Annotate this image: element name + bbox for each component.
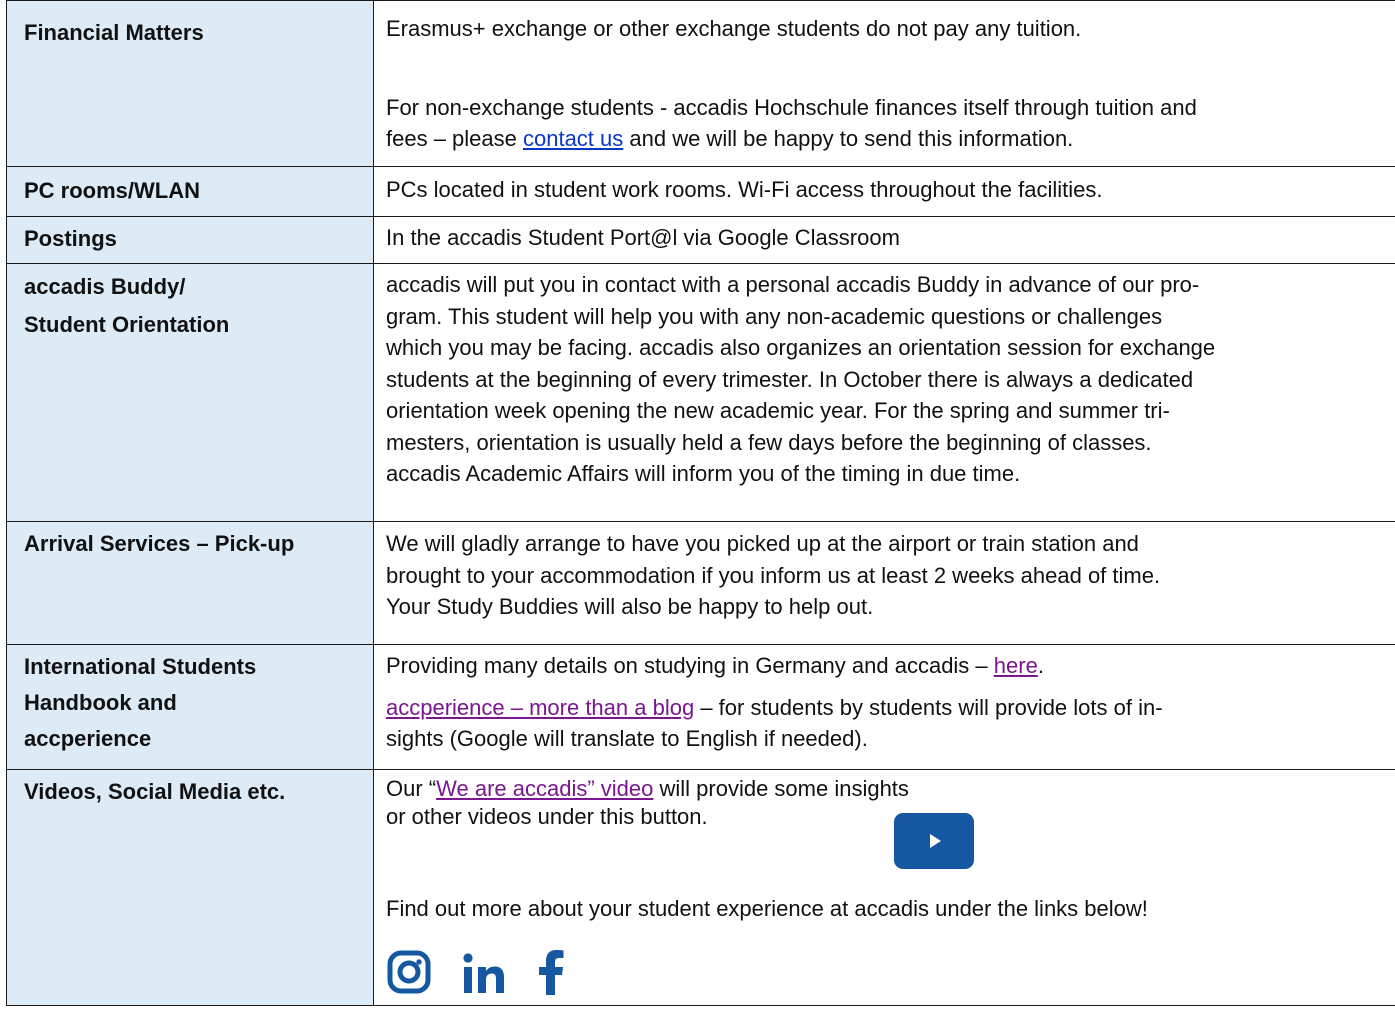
table-row-handbook: International Students Handbook and accp… bbox=[6, 644, 1395, 770]
text-fragment: . bbox=[1037, 653, 1044, 678]
student-experience-text: Find out more about your student experie… bbox=[386, 896, 1148, 921]
text-line: accadis Academic Affairs will inform you… bbox=[386, 461, 1021, 486]
text-line: For non-exchange students - accadis Hoch… bbox=[386, 94, 1197, 120]
table-row-postings: Postings In the accadis Student Port@l v… bbox=[6, 216, 1395, 264]
text-line: brought to your accommodation if you inf… bbox=[386, 562, 1161, 588]
text-line: gram. This student will help you with an… bbox=[386, 303, 1163, 329]
row-label: accadis Buddy/ bbox=[24, 274, 186, 299]
value-cell: accadis will put you in contact with a p… bbox=[373, 263, 1395, 522]
value-cell: Our “We are accadis” video will provide … bbox=[373, 769, 1395, 1006]
row-label: accperience bbox=[24, 726, 152, 751]
accperience-text: accperience – more than a blog – for stu… bbox=[386, 692, 1385, 755]
buddy-orientation-text: accadis will put you in contact with a p… bbox=[386, 269, 1385, 490]
row-label: Handbook and bbox=[24, 690, 177, 715]
table-row-pc-rooms: PC rooms/WLAN PCs located in student wor… bbox=[6, 166, 1395, 217]
label-cell: International Students Handbook and accp… bbox=[6, 644, 374, 770]
text-fragment: will provide some insights bbox=[653, 776, 909, 801]
text-fragment: – for students by students will provide … bbox=[694, 694, 1163, 720]
text-fragment: and we will be happy to send this inform… bbox=[623, 126, 1074, 151]
row-label: PC rooms/WLAN bbox=[24, 178, 200, 203]
row-label: Student Orientation bbox=[24, 312, 230, 337]
text-fragment: Providing many details on studying in Ge… bbox=[386, 653, 994, 678]
handbook-text: Providing many details on studying in Ge… bbox=[386, 650, 1385, 682]
label-cell: PC rooms/WLAN bbox=[6, 166, 374, 217]
row-label: Arrival Services – Pick-up bbox=[24, 531, 295, 556]
table-row-buddy: accadis Buddy/ Student Orientation accad… bbox=[6, 263, 1395, 522]
pc-rooms-text: PCs located in student work rooms. Wi-Fi… bbox=[386, 177, 1103, 202]
youtube-play-icon bbox=[929, 834, 941, 848]
contact-us-link[interactable]: contact us bbox=[523, 126, 623, 151]
youtube-play-button[interactable] bbox=[893, 813, 974, 869]
value-cell: Erasmus+ exchange or other exchange stud… bbox=[373, 0, 1395, 167]
financial-exchange-text: Erasmus+ exchange or other exchange stud… bbox=[386, 16, 1082, 41]
value-cell: PCs located in student work rooms. Wi-Fi… bbox=[373, 166, 1395, 217]
postings-text: In the accadis Student Port@l via Google… bbox=[386, 225, 900, 250]
text-fragment: Our “ bbox=[386, 776, 437, 801]
label-cell: Financial Matters bbox=[6, 0, 374, 167]
handbook-here-link[interactable]: here bbox=[994, 653, 1038, 678]
row-label: Videos, Social Media etc. bbox=[24, 779, 286, 804]
social-links bbox=[386, 945, 1385, 995]
text-line: which you may be facing. accadis also or… bbox=[386, 335, 1216, 360]
we-are-accadis-video-link[interactable]: We are accadis” video bbox=[436, 776, 653, 801]
linkedin-icon[interactable] bbox=[462, 953, 506, 995]
table-row-videos: Videos, Social Media etc. Our “We are ac… bbox=[6, 769, 1395, 1006]
row-label: Postings bbox=[24, 226, 117, 251]
row-label: International Students bbox=[24, 654, 257, 679]
value-cell: We will gladly arrange to have you picke… bbox=[373, 521, 1395, 645]
row-label: Financial Matters bbox=[24, 20, 204, 45]
text-fragment: fees – please bbox=[386, 126, 523, 151]
text-line: sights (Google will translate to English… bbox=[386, 726, 868, 751]
label-cell: Postings bbox=[6, 216, 374, 264]
arrival-text: We will gladly arrange to have you picke… bbox=[386, 528, 1385, 623]
info-table: Financial Matters Erasmus+ exchange or o… bbox=[6, 0, 1395, 1006]
text-line: Your Study Buddies will also be happy to… bbox=[386, 594, 874, 619]
table-row-financial: Financial Matters Erasmus+ exchange or o… bbox=[6, 0, 1395, 167]
table-row-arrival: Arrival Services – Pick-up We will gladl… bbox=[6, 521, 1395, 645]
text-line: orientation week opening the new academi… bbox=[386, 398, 1170, 423]
accperience-blog-link[interactable]: accperience – more than a blog bbox=[386, 695, 694, 720]
financial-nonexchange-text: For non-exchange students - accadis Hoch… bbox=[386, 92, 1385, 155]
label-cell: Arrival Services – Pick-up bbox=[6, 521, 374, 645]
text-line: or other videos under this button. bbox=[386, 804, 708, 829]
video-intro-text: Our “We are accadis” video will provide … bbox=[386, 775, 1385, 869]
instagram-icon[interactable] bbox=[386, 949, 432, 995]
text-line: We will gladly arrange to have you picke… bbox=[386, 531, 1139, 556]
value-cell: Providing many details on studying in Ge… bbox=[373, 644, 1395, 770]
facebook-icon[interactable] bbox=[536, 949, 566, 995]
text-line: accadis will put you in contact with a p… bbox=[386, 272, 1200, 297]
text-line: students at the beginning of every trime… bbox=[386, 366, 1194, 392]
value-cell: In the accadis Student Port@l via Google… bbox=[373, 216, 1395, 264]
text-line: mesters, orientation is usually held a f… bbox=[386, 429, 1152, 455]
label-cell: accadis Buddy/ Student Orientation bbox=[6, 263, 374, 522]
label-cell: Videos, Social Media etc. bbox=[6, 769, 374, 1006]
